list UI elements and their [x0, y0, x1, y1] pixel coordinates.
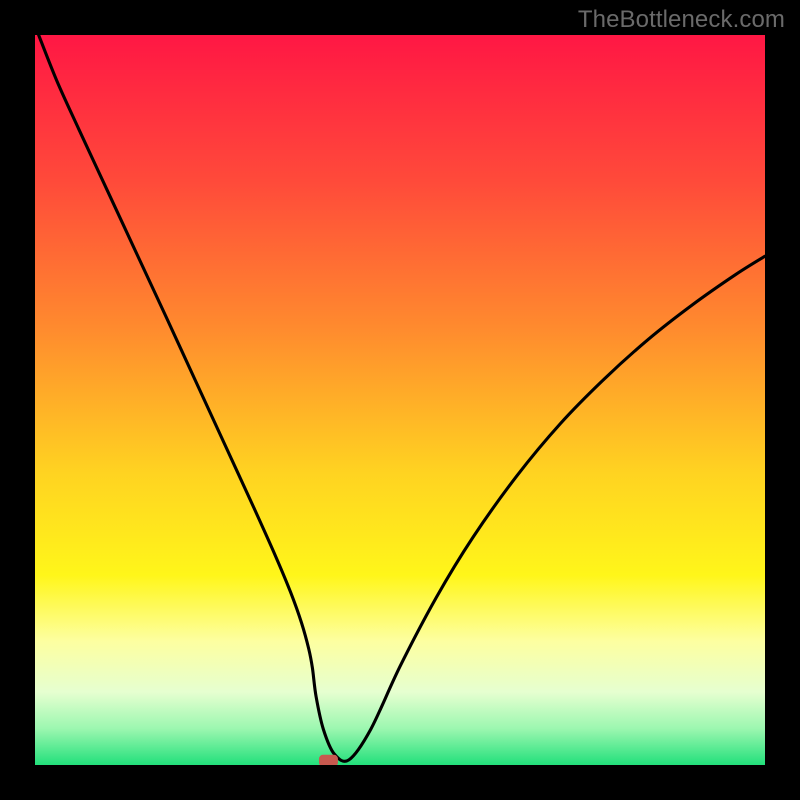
watermark-text: TheBottleneck.com	[578, 6, 785, 34]
optimal-point-marker	[319, 755, 338, 765]
plot-svg	[35, 35, 765, 765]
plot-area	[35, 35, 765, 765]
chart-frame: TheBottleneck.com	[0, 0, 800, 800]
gradient-background	[35, 35, 765, 765]
